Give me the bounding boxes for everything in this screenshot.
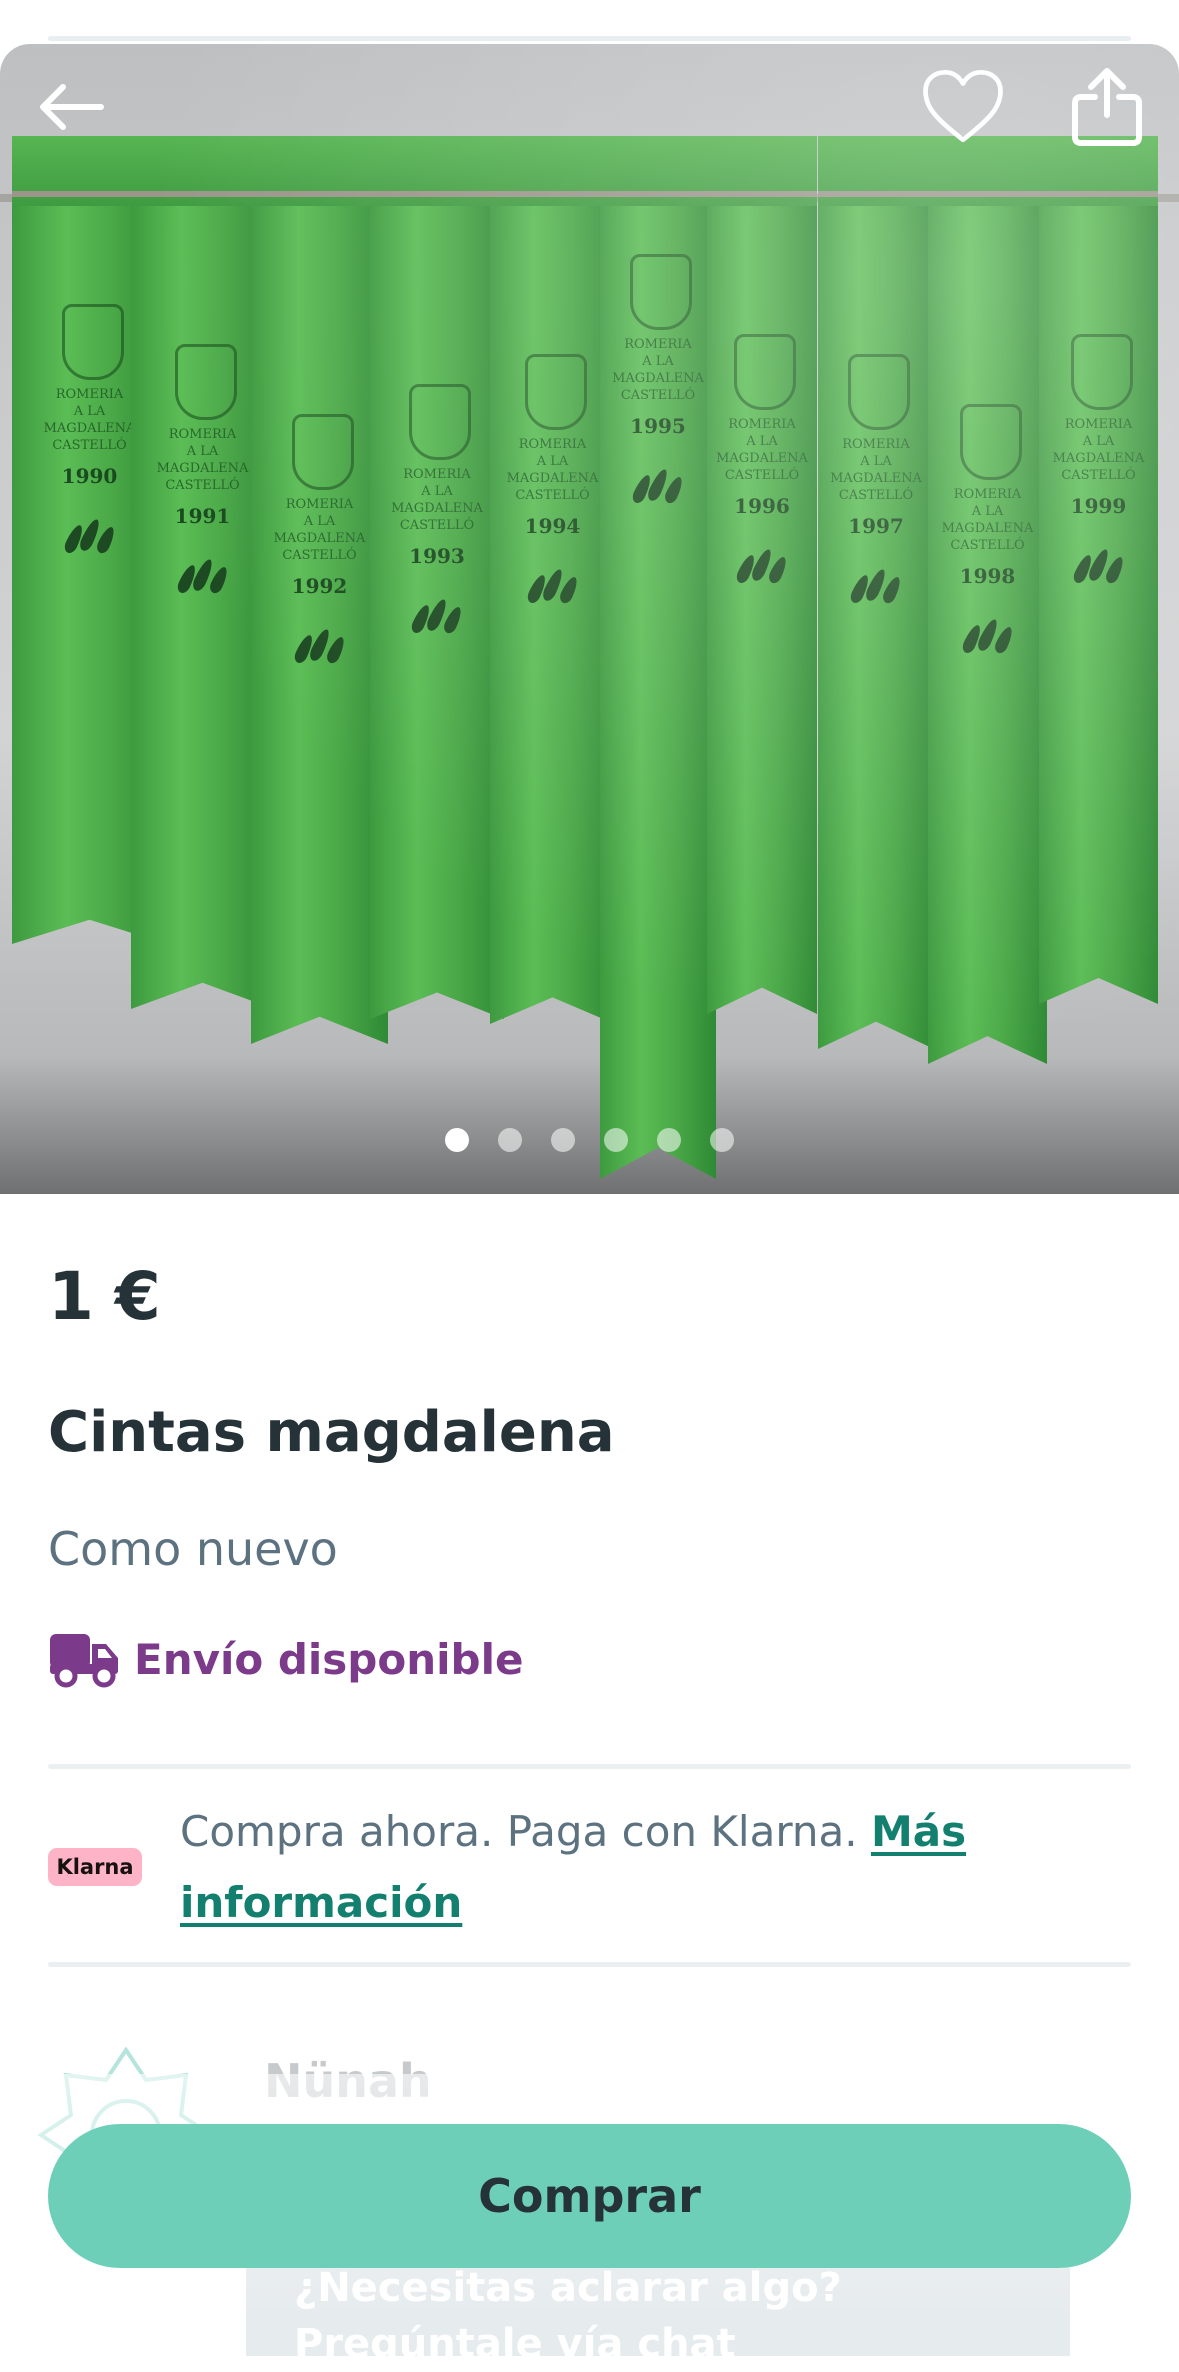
share-button[interactable] [1062, 62, 1152, 152]
favorite-button[interactable] [918, 62, 1008, 152]
gallery-dot[interactable] [710, 1128, 734, 1152]
drag-handle [48, 36, 1131, 41]
gallery-dot[interactable] [657, 1128, 681, 1152]
heart-icon [923, 69, 1003, 143]
buy-button[interactable]: Comprar [48, 2124, 1131, 2268]
gallery-dot[interactable] [445, 1128, 469, 1152]
share-icon [1072, 68, 1142, 146]
gallery-dot[interactable] [498, 1128, 522, 1152]
divider [48, 1962, 1131, 1967]
gallery-pagination [0, 1128, 1179, 1152]
divider [48, 1764, 1131, 1769]
back-button[interactable] [26, 62, 116, 152]
product-image-gallery[interactable]: ROMERIAA LAMAGDALENACASTELLÓ1990ROMERIAA… [0, 44, 1179, 1194]
item-title: Cintas magdalena [48, 1400, 615, 1465]
klarna-message: Compra ahora. Paga con Klarna. Más infor… [180, 1796, 1080, 1938]
image-light [0, 44, 1179, 1194]
item-price: 1 € [48, 1258, 161, 1335]
gallery-dot[interactable] [604, 1128, 628, 1152]
shipping-label: Envío disponible [134, 1634, 524, 1684]
shipping-info: Envío disponible [48, 1630, 523, 1688]
klarna-text: Compra ahora. Paga con Klarna. [180, 1807, 858, 1856]
truck-icon [50, 1634, 118, 1688]
gallery-dot[interactable] [551, 1128, 575, 1152]
klarna-badge: Klarna [48, 1848, 142, 1886]
arrow-left-icon [40, 84, 104, 130]
item-condition: Como nuevo [48, 1522, 338, 1576]
top-strip [0, 0, 1179, 44]
